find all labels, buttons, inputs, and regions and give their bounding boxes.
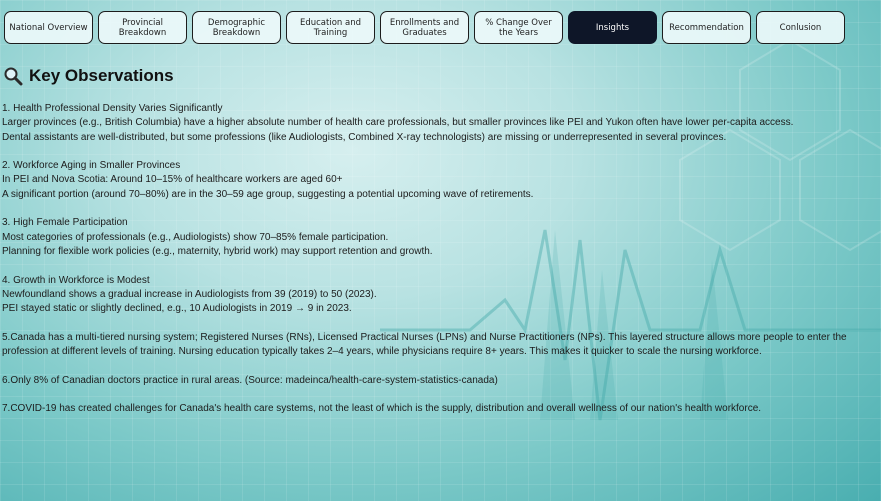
observation-text: A significant portion (around 70–80%) ar… [2,188,534,200]
tab-percent-change[interactable]: % Change Over the Years [474,11,563,44]
tab-conclusion[interactable]: Conlusion [756,11,845,44]
observation-text: 7.COVID-19 has created challenges for Ca… [2,403,762,415]
tab-national-overview[interactable]: National Overview [4,11,93,44]
observation-1: 1. Health Professional Density Varies Si… [2,102,868,145]
observation-6: 6.Only 8% of Canadian doctors practice i… [2,374,868,388]
tab-provincial-breakdown[interactable]: Provincial Breakdown [98,11,187,44]
observation-text: Planning for flexible work policies (e.g… [2,245,433,257]
observation-5: 5.Canada has a multi-tiered nursing syst… [2,331,868,360]
observation-2: 2. Workforce Aging in Smaller Provinces … [2,159,868,202]
navigation-tabs: National Overview Provincial Breakdown D… [4,11,873,46]
observation-text: PEI stayed static or slightly declined, … [2,303,352,315]
observation-text: In PEI and Nova Scotia: Around 10–15% of… [2,174,343,186]
observation-heading: 3. High Female Participation [2,217,128,229]
tab-enrollments-and-graduates[interactable]: Enrollments and Graduates [380,11,469,44]
observation-text: Larger provinces (e.g., British Columbia… [2,117,794,129]
observation-text: Newfoundland shows a gradual increase in… [2,288,377,300]
observation-4: 4. Growth in Workforce is Modest Newfoun… [2,274,868,317]
observation-3: 3. High Female Participation Most catego… [2,216,868,259]
page-title-text: Key Observations [29,66,174,85]
observation-text: 6.Only 8% of Canadian doctors practice i… [2,374,498,386]
page-title: Key Observations [3,66,174,86]
observation-heading: 4. Growth in Workforce is Modest [2,274,150,286]
observation-text: Most categories of professionals (e.g., … [2,231,389,243]
magnifier-icon [3,66,23,86]
observation-7: 7.COVID-19 has created challenges for Ca… [2,402,868,416]
tab-education-and-training[interactable]: Education and Training [286,11,375,44]
observation-heading: 2. Workforce Aging in Smaller Provinces [2,160,181,172]
observation-text: Dental assistants are well-distributed, … [2,131,727,143]
observation-heading: 1. Health Professional Density Varies Si… [2,103,223,114]
tab-demographic-breakdown[interactable]: Demographic Breakdown [192,11,281,44]
observations-list: 1. Health Professional Density Varies Si… [2,102,868,431]
tab-insights[interactable]: Insights [568,11,657,44]
observation-text: 5.Canada has a multi-tiered nursing syst… [2,331,847,358]
tab-recommendation[interactable]: Recommendation [662,11,751,44]
